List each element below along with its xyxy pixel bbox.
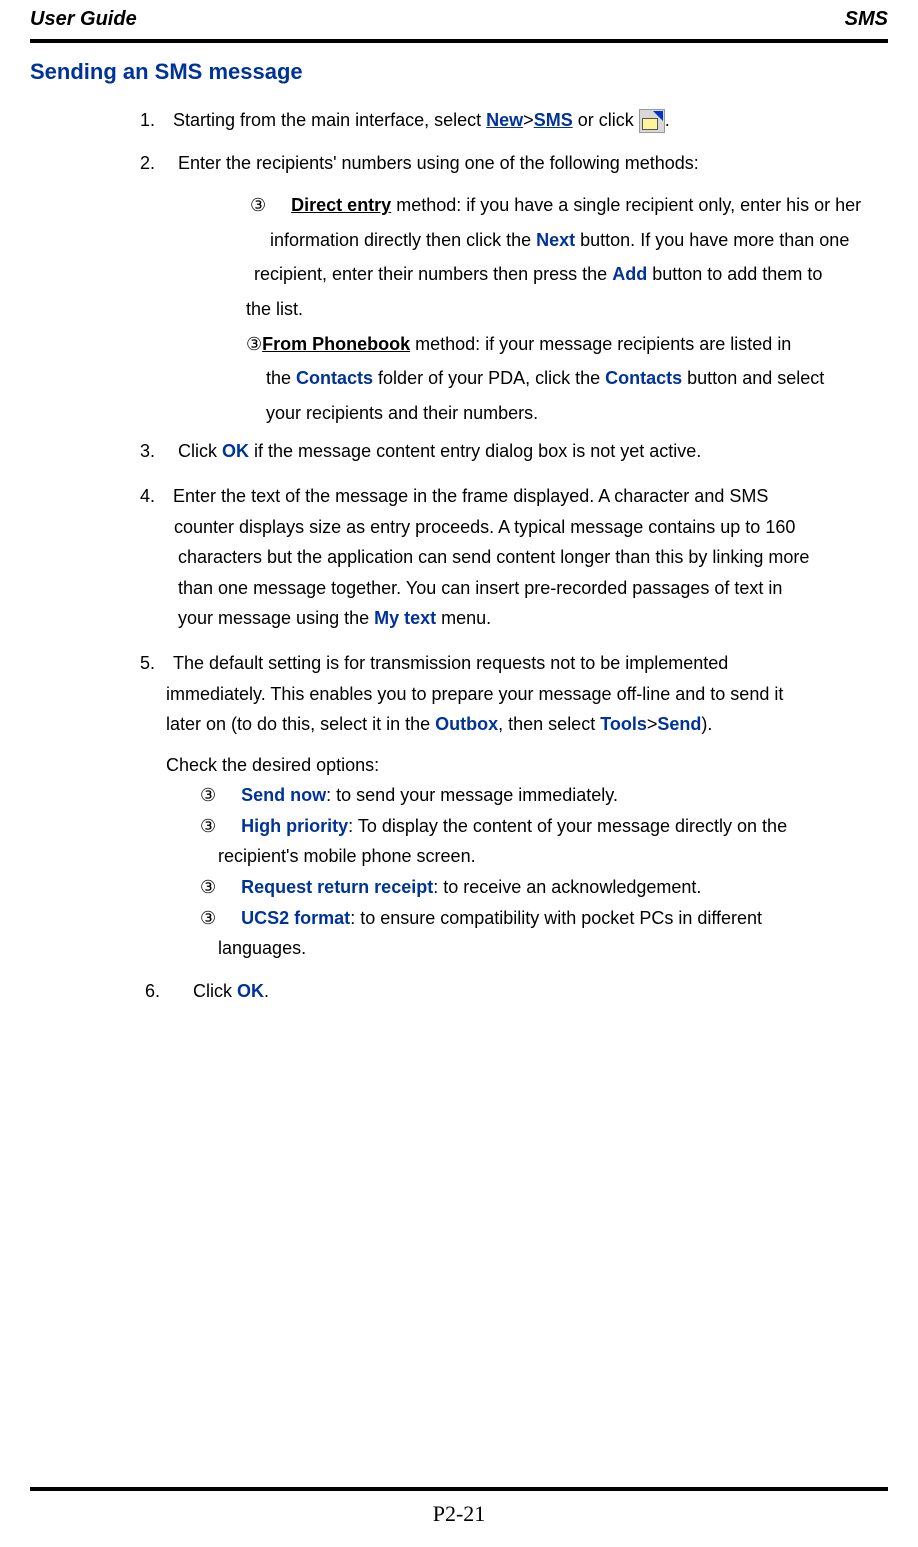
body-text: information directly then click the Next…: [270, 225, 888, 256]
header-left: User Guide: [30, 8, 137, 31]
step-2-sub-phonebook: ③From Phonebook method: if your message …: [246, 329, 888, 360]
step-number: 4.: [140, 481, 168, 512]
header-right: SMS: [845, 8, 888, 31]
send-menu-ref: Send: [657, 714, 701, 734]
footer-rule: [30, 1487, 888, 1491]
body-text: : to ensure compatibility with pocket PC…: [350, 908, 762, 928]
body-text: .: [264, 981, 269, 1001]
bullet-icon: ③: [200, 785, 216, 805]
step-3: 3. Click OK if the message content entry…: [140, 436, 888, 467]
body-text: method: if you have a single recipient o…: [391, 195, 861, 215]
body-text: recipient's mobile phone screen.: [218, 841, 888, 872]
step-2: 2. Enter the recipients' numbers using o…: [140, 148, 888, 179]
body-text: counter displays size as entry proceeds.…: [174, 512, 888, 543]
body-text: >: [523, 110, 534, 130]
option-label: UCS2 format: [241, 908, 350, 928]
add-button-ref: Add: [612, 264, 647, 284]
bullet-icon: ③: [200, 908, 216, 928]
ok-button-ref: OK: [237, 981, 264, 1001]
header-rule: [30, 39, 888, 43]
body-text: Click: [178, 441, 222, 461]
step-6: 6. Click OK.: [140, 976, 888, 1007]
body-text: your recipients and their numbers.: [266, 398, 888, 429]
step-number: 6.: [145, 976, 173, 1007]
ok-button-ref: OK: [222, 441, 249, 461]
body-text: Check the desired options:: [166, 750, 888, 781]
option-label: Send now: [241, 785, 326, 805]
bullet-icon: ③: [200, 816, 216, 836]
step-number: 3.: [140, 436, 168, 467]
body-text: .: [665, 110, 670, 130]
body-text: if the message content entry dialog box …: [249, 441, 701, 461]
body-text: later on (to do this, select it in the O…: [166, 709, 888, 740]
option-return-receipt: ③ Request return receipt: to receive an …: [200, 872, 888, 903]
step-4: 4. Enter the text of the message in the …: [140, 481, 888, 634]
step-number: 2.: [140, 148, 168, 179]
option-label: Request return receipt: [241, 877, 433, 897]
option-send-now: ③ Send now: to send your message immedia…: [200, 780, 888, 811]
step-1: 1. Starting from the main interface, sel…: [140, 105, 888, 136]
direct-entry-label: Direct entry: [291, 195, 391, 215]
page-number: P2-21: [30, 1501, 888, 1527]
body-text: immediately. This enables you to prepare…: [166, 679, 888, 710]
body-text: : to receive an acknowledgement.: [433, 877, 701, 897]
option-high-priority: ③ High priority: To display the content …: [200, 811, 888, 842]
step-number: 1.: [140, 105, 168, 136]
body-text: recipient, enter their numbers then pres…: [254, 259, 888, 290]
body-text: characters but the application can send …: [178, 542, 888, 573]
section-title: Sending an SMS message: [30, 59, 888, 85]
step-2-sub-direct: ③ Direct entry method: if you have a sin…: [250, 190, 888, 221]
menu-sms: SMS: [534, 110, 573, 130]
body-text: The default setting is for transmission …: [173, 653, 728, 673]
body-text: Enter the recipients' numbers using one …: [178, 153, 699, 173]
new-sms-icon: [639, 109, 665, 133]
contacts-button-ref: Contacts: [605, 368, 682, 388]
body-text: your message using the My text menu.: [178, 603, 888, 634]
body-text: Starting from the main interface, select: [173, 110, 486, 130]
option-label: High priority: [241, 816, 348, 836]
next-button-ref: Next: [536, 230, 575, 250]
contacts-folder-ref: Contacts: [296, 368, 373, 388]
body-text: the Contacts folder of your PDA, click t…: [266, 363, 888, 394]
body-text: or click: [573, 110, 639, 130]
my-text-menu-ref: My text: [374, 608, 436, 628]
body-text: : To display the content of your message…: [348, 816, 787, 836]
body-text: languages.: [218, 933, 888, 964]
body-text: than one message together. You can inser…: [178, 573, 888, 604]
tools-menu-ref: Tools: [600, 714, 647, 734]
bullet-icon: ③: [200, 877, 216, 897]
body-text: : to send your message immediately.: [326, 785, 618, 805]
from-phonebook-label: From Phonebook: [262, 334, 410, 354]
body-text: the list.: [246, 294, 888, 325]
outbox-ref: Outbox: [435, 714, 498, 734]
bullet-icon: ③: [246, 334, 262, 354]
step-5: 5. The default setting is for transmissi…: [140, 648, 888, 964]
body-text: Click: [193, 981, 237, 1001]
option-ucs2-format: ③ UCS2 format: to ensure compatibility w…: [200, 903, 888, 934]
body-text: Enter the text of the message in the fra…: [173, 486, 768, 506]
bullet-icon: ③: [250, 195, 266, 215]
step-number: 5.: [140, 648, 168, 679]
menu-new: New: [486, 110, 523, 130]
